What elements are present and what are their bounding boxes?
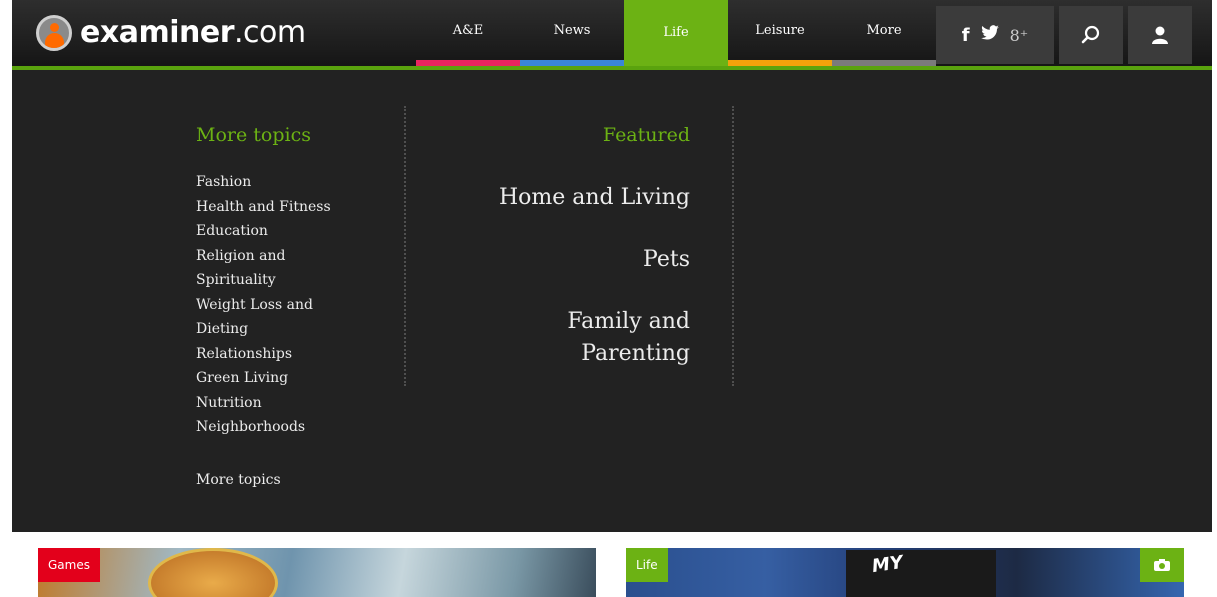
featured-heading: Featured: [602, 124, 690, 146]
topic-link[interactable]: Neighborhoods: [196, 415, 396, 440]
facebook-icon[interactable]: f: [962, 25, 970, 46]
article-image: [148, 548, 278, 597]
tab-life-label: Life: [663, 24, 689, 40]
topic-link[interactable]: Dieting: [196, 317, 396, 342]
article-card-games[interactable]: Games: [38, 548, 596, 597]
tab-news-label: News: [553, 22, 591, 38]
article-card-life[interactable]: MY Life: [626, 548, 1184, 597]
topic-link[interactable]: Spirituality: [196, 268, 396, 293]
featured-link-pets[interactable]: Pets: [390, 244, 690, 276]
google-plus-icon[interactable]: 8⁺: [1010, 26, 1029, 45]
tab-ae-label: A&E: [452, 22, 484, 38]
topic-link[interactable]: Nutrition: [196, 391, 396, 416]
featured-link-home-and-living[interactable]: Home and Living: [390, 182, 690, 214]
logo-text: examiner.com: [80, 15, 306, 50]
search-button[interactable]: [1059, 6, 1123, 64]
column-divider: [732, 106, 734, 386]
examiner-logo-icon: [36, 15, 72, 51]
topic-link[interactable]: Relationships: [196, 342, 396, 367]
search-icon: [1081, 25, 1100, 44]
social-links: f 8⁺: [936, 6, 1054, 64]
tab-more-label: More: [866, 22, 902, 38]
topic-link[interactable]: Health and Fitness: [196, 195, 396, 220]
tab-leisure-label: Leisure: [755, 22, 805, 38]
gallery-badge: [1140, 548, 1184, 582]
article-image-text: MY: [870, 551, 905, 578]
camera-icon: [1154, 559, 1170, 571]
examiner-logo[interactable]: examiner.com: [36, 10, 306, 56]
topic-list: Fashion Health and Fitness Education Rel…: [196, 170, 396, 440]
article-image: [846, 550, 996, 597]
tab-news[interactable]: News: [520, 0, 624, 66]
category-badge: Games: [38, 548, 100, 582]
category-badge: Life: [626, 548, 668, 582]
topic-link[interactable]: Religion and: [196, 244, 396, 269]
user-icon: [1152, 26, 1168, 44]
life-dropdown-menu: More topics Fashion Health and Fitness E…: [12, 70, 1212, 532]
tab-life[interactable]: Life: [624, 0, 728, 70]
top-navigation-bar: examiner.com A&E News Life Leisure More …: [12, 0, 1212, 70]
more-topics-heading: More topics: [196, 124, 311, 146]
user-account-button[interactable]: [1128, 6, 1192, 64]
tab-more[interactable]: More: [832, 0, 936, 66]
topic-link[interactable]: Fashion: [196, 170, 396, 195]
topic-link[interactable]: Green Living: [196, 366, 396, 391]
twitter-icon[interactable]: [980, 24, 1000, 46]
tab-leisure[interactable]: Leisure: [728, 0, 832, 66]
topic-link[interactable]: Education: [196, 219, 396, 244]
tab-ae[interactable]: A&E: [416, 0, 520, 66]
featured-link-family-and-parenting[interactable]: Family and Parenting: [490, 306, 690, 370]
more-topics-link[interactable]: More topics: [196, 472, 281, 488]
featured-list: Home and Living Pets Family and Parentin…: [390, 182, 690, 370]
topic-link[interactable]: Weight Loss and: [196, 293, 396, 318]
